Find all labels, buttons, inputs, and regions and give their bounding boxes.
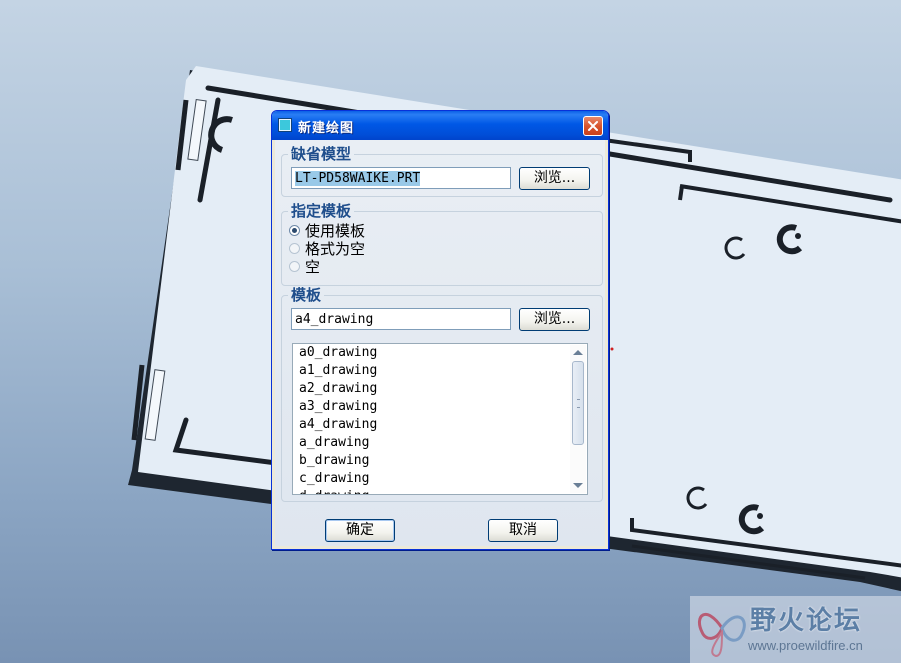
- list-item[interactable]: a3_drawing: [299, 398, 377, 416]
- scroll-down-arrow-icon[interactable]: [573, 483, 583, 488]
- cancel-button[interactable]: 取消: [488, 519, 558, 542]
- watermark-url: www.proewildfire.cn: [748, 638, 863, 653]
- template-spec-legend: 指定模板: [291, 202, 352, 220]
- model-viewport[interactable]: 新建绘图 缺省模型 LT-PD58WAIKE.PRT 浏览... 指定模板 使用…: [0, 0, 901, 663]
- radio-label: 空: [305, 258, 321, 276]
- list-item[interactable]: c_drawing: [299, 470, 369, 488]
- list-item[interactable]: a2_drawing: [299, 380, 377, 398]
- scroll-thumb[interactable]: [572, 361, 584, 445]
- list-item[interactable]: a4_drawing: [299, 416, 377, 434]
- new-drawing-dialog: 新建绘图 缺省模型 LT-PD58WAIKE.PRT 浏览... 指定模板 使用…: [271, 110, 609, 550]
- template-input[interactable]: a4_drawing: [291, 308, 511, 330]
- grip-icon: [577, 399, 580, 408]
- list-item[interactable]: a_drawing: [299, 434, 369, 452]
- scroll-up-arrow-icon[interactable]: [573, 350, 583, 355]
- default-model-legend: 缺省模型: [291, 145, 352, 163]
- radio-button[interactable]: [289, 243, 300, 254]
- close-icon: [588, 121, 598, 131]
- list-item[interactable]: d_drawing: [299, 488, 369, 494]
- radio-label: 格式为空: [305, 240, 366, 258]
- template-list-scrollbar[interactable]: [570, 345, 586, 493]
- template-legend: 模板: [291, 286, 322, 304]
- watermark-title: 野火论坛: [750, 606, 863, 636]
- list-item[interactable]: a1_drawing: [299, 362, 377, 380]
- radio-label: 使用模板: [305, 222, 366, 240]
- dialog-body: 缺省模型 LT-PD58WAIKE.PRT 浏览... 指定模板 使用模板 格式…: [275, 140, 605, 546]
- forum-watermark: 野火论坛 www.proewildfire.cn: [690, 596, 901, 663]
- template-list[interactable]: a0_drawing a1_drawing a2_drawing a3_draw…: [292, 343, 588, 495]
- list-item[interactable]: a0_drawing: [299, 344, 377, 362]
- radio-button-checked[interactable]: [289, 225, 300, 236]
- app-window-icon: [279, 119, 291, 131]
- butterfly-logo-icon: [698, 613, 746, 658]
- dialog-title: 新建绘图: [298, 121, 355, 136]
- close-button[interactable]: [583, 116, 603, 136]
- default-model-value: LT-PD58WAIKE.PRT: [295, 171, 421, 186]
- radio-button[interactable]: [289, 261, 300, 272]
- dialog-titlebar[interactable]: 新建绘图: [272, 111, 608, 140]
- ok-button[interactable]: 确定: [325, 519, 395, 542]
- template-browse-button[interactable]: 浏览...: [519, 308, 590, 331]
- default-model-browse-button[interactable]: 浏览...: [519, 167, 590, 190]
- default-model-input[interactable]: LT-PD58WAIKE.PRT: [291, 167, 511, 189]
- list-item[interactable]: b_drawing: [299, 452, 369, 470]
